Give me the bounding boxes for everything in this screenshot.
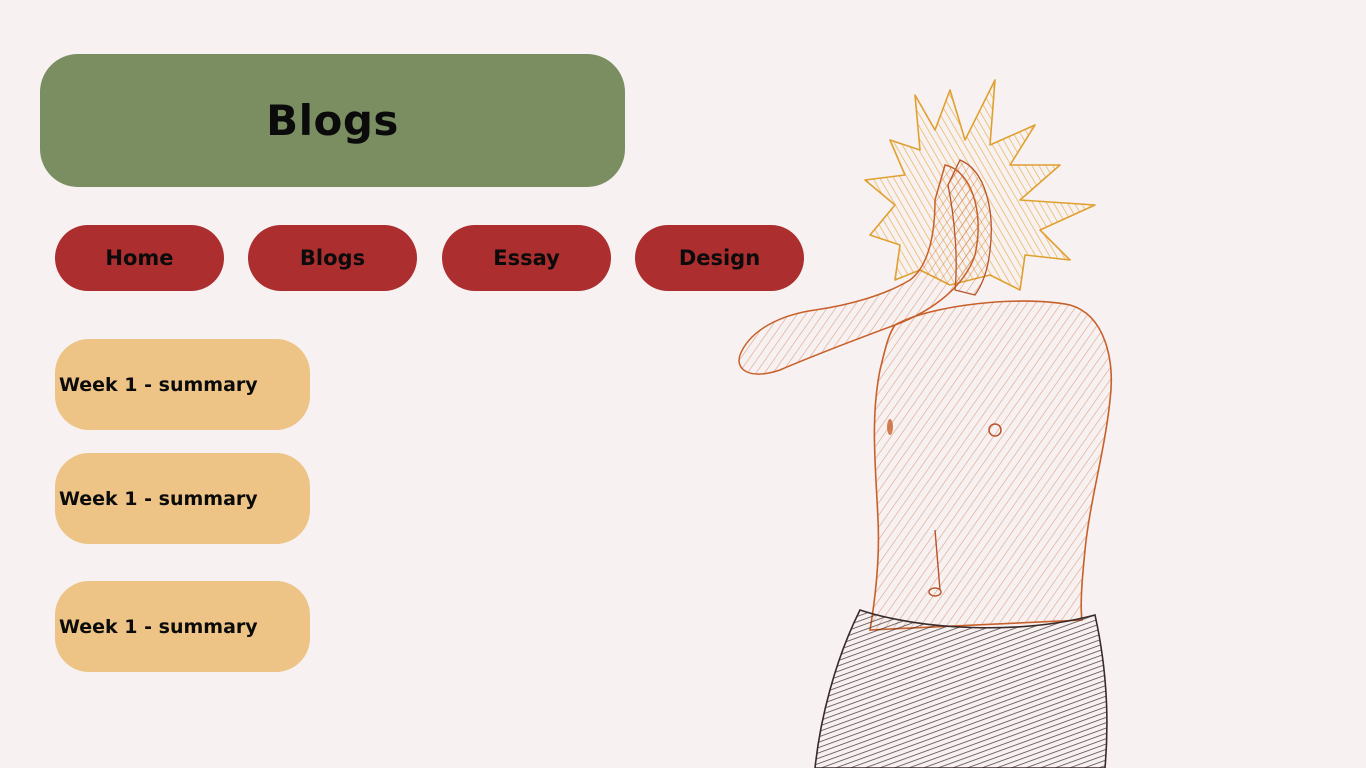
page-title: Blogs bbox=[266, 96, 399, 145]
nav-essay-button[interactable]: Essay bbox=[442, 225, 611, 291]
blog-post-link[interactable]: Week 1 - summary bbox=[55, 581, 310, 672]
blog-post-link[interactable]: Week 1 - summary bbox=[55, 339, 310, 430]
main-nav: Home Blogs Essay Design bbox=[55, 225, 815, 291]
torso-sketch bbox=[869, 300, 1113, 631]
nav-blogs-button[interactable]: Blogs bbox=[248, 225, 417, 291]
sketch-figure-illustration bbox=[738, 79, 1113, 768]
nav-home-button[interactable]: Home bbox=[55, 225, 224, 291]
blog-post-link[interactable]: Week 1 - summary bbox=[55, 453, 310, 544]
page-title-banner: Blogs bbox=[40, 54, 625, 187]
shorts-sketch bbox=[814, 609, 1108, 768]
